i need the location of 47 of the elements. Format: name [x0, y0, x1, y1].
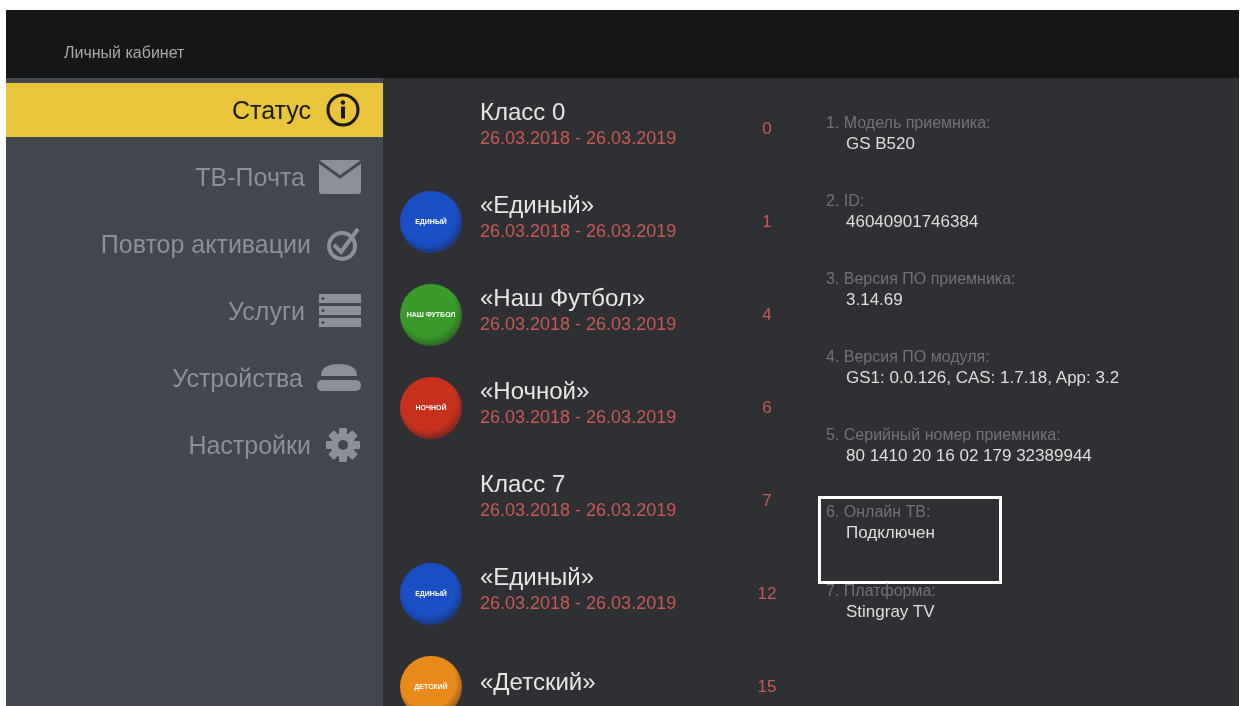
- menu-item[interactable]: Статус: [6, 83, 383, 137]
- package-period: 26.03.2018 - 26.03.2019: [480, 593, 678, 614]
- checkmark-circle-icon: [325, 226, 361, 262]
- package-period: 26.03.2018 - 26.03.2019: [480, 314, 678, 335]
- info-value: GS1: 0.0.126, CAS: 1.7.18, App: 3.2: [846, 368, 1121, 388]
- info-value: 46040901746384: [846, 212, 980, 232]
- info-icon: [325, 92, 361, 128]
- package-number: 4: [761, 304, 773, 325]
- package-number: 15: [756, 676, 778, 697]
- info-value: 80 1410 20 16 02 179 32389944: [846, 446, 1093, 466]
- menu-item[interactable]: ТВ-Почта: [6, 150, 383, 204]
- package-number: 6: [761, 397, 773, 418]
- package-title: «Детский»: [480, 667, 597, 696]
- envelope-icon: [319, 160, 361, 194]
- menu-item[interactable]: Устройства: [6, 351, 383, 405]
- package-title: Класс 0: [480, 98, 567, 126]
- info-label: 4. Версия ПО модуля:: [826, 348, 991, 366]
- package-title: Класс 7: [480, 470, 567, 498]
- package-title: «Наш Футбол»: [480, 284, 647, 312]
- info-value: Stingray TV: [846, 602, 936, 622]
- list-icon: [319, 294, 361, 328]
- info-label: 3. Версия ПО приемника:: [826, 270, 1017, 288]
- info-label: 2. ID:: [826, 192, 866, 210]
- info-label: 7. Платформа:: [826, 582, 937, 600]
- info-value: 3.14.69: [846, 290, 904, 310]
- menu-item[interactable]: Повтор активации: [6, 217, 383, 271]
- package-number: 7: [761, 490, 773, 511]
- package-period: 26.03.2018 - 26.03.2019: [480, 407, 678, 428]
- page-title: Личный кабинет: [64, 44, 185, 62]
- package-number: 12: [756, 583, 778, 604]
- package-number: 0: [761, 118, 773, 139]
- package-period: 26.03.2018 - 26.03.2019: [480, 221, 678, 242]
- menu-item[interactable]: Услуги: [6, 284, 383, 338]
- info-label: 5. Серийный номер приемника:: [826, 426, 1062, 444]
- info-label: 1. Модель приемника:: [826, 114, 992, 132]
- info-value: GS B520: [846, 134, 916, 154]
- package-title: «Единый»: [480, 191, 596, 219]
- package-title: «Ночной»: [480, 377, 591, 405]
- info-value: Подключен: [846, 523, 936, 543]
- info-label: 6. Онлайн ТВ:: [826, 503, 932, 521]
- menu-item[interactable]: Настройки: [6, 418, 383, 472]
- package-period: 26.03.2018 - 26.03.2019: [480, 128, 678, 149]
- package-title: «Единый»: [480, 563, 596, 591]
- package-period: 26.03.2018 - 26.03.2019: [480, 500, 678, 521]
- package-number: 1: [761, 211, 773, 232]
- settings-icon: [325, 427, 361, 463]
- device-icon: [317, 364, 361, 392]
